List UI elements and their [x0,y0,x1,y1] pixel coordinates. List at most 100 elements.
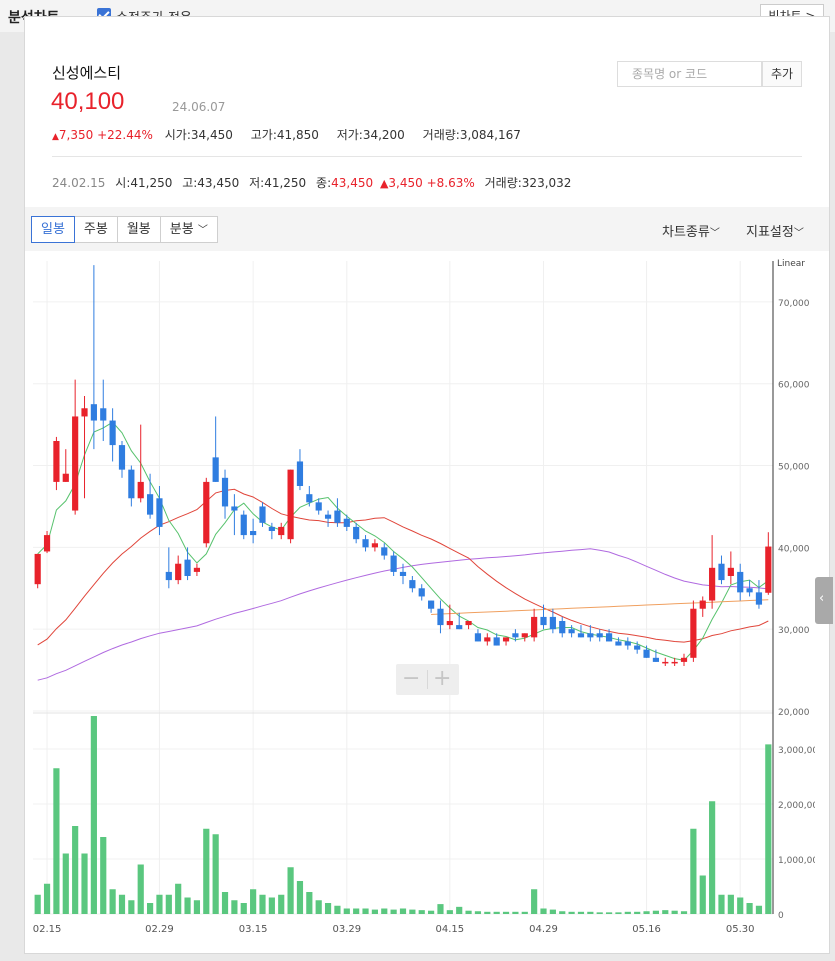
up-triangle-icon: ▲ [52,132,59,142]
chevron-down-icon: ﹀ [197,225,208,236]
volume-tick-label: 3,000,000 [778,746,815,756]
candle-body [512,633,519,638]
volume-bar [390,909,397,914]
volume-tick-label: 1,000,000 [778,856,815,866]
volume-bar [531,889,538,914]
price-tick-label: 70,000 [778,299,810,309]
candle-body [755,592,763,605]
volume-bar [559,911,566,914]
volume-bar [156,894,163,914]
chart-type-dropdown[interactable]: 차트종류﹀ [662,221,720,240]
volume-bar [484,911,491,914]
x-tick-label: 04.29 [529,924,558,935]
candle-body [353,526,360,540]
candle-body [409,580,416,589]
candle-body [456,625,463,630]
candle-body [240,514,247,536]
candle-body [549,616,556,630]
candle-body [128,469,135,499]
volume-bar [72,826,79,914]
volume-bar [268,897,275,914]
ma120-line [431,599,769,615]
volume-bar [465,910,472,914]
price-summary-row: ▲7,350 +22.44% 시가:34,450 고가:41,850 저가:34… [52,128,521,142]
volume-bar [43,883,51,914]
hover-date: 24.02.15 [52,176,106,190]
candle-body [746,588,753,593]
candle-body [531,616,538,638]
volume-bar [353,908,360,914]
x-tick-label: 05.16 [632,924,661,935]
hover-open: 41,250 [130,176,173,190]
price-change: 7,350 [58,128,94,142]
candle-body [53,441,60,482]
volume-bar [399,908,407,914]
candle-body [137,481,144,499]
side-collapse-handle[interactable]: ‹ [815,577,833,624]
volume-bar [165,894,172,914]
volume-bar [577,911,585,914]
add-button[interactable]: 추가 [762,61,802,87]
volume-bar [118,894,126,914]
candle-body [418,588,425,597]
candle-body [596,633,603,638]
candle-body [587,633,594,638]
ma5-line [37,421,769,661]
volume-bar [212,834,219,914]
open-label: 시가 [164,128,187,142]
candle-body [680,657,688,662]
candle-body [390,555,397,572]
candle-body [652,657,660,662]
volume-bar [671,910,678,914]
volume-bar [90,716,97,914]
chevron-left-icon: ‹ [819,591,825,606]
volume-bar [652,910,660,914]
divider [52,156,802,157]
candle-body [334,510,341,523]
volume-bar [250,889,257,914]
hover-close: 43,450 [331,176,374,190]
candle-body [203,481,210,544]
volume-bar [109,889,116,914]
stock-name: 신성에스티 [52,64,122,82]
x-tick-label: 02.15 [33,924,62,935]
volume-bar [643,911,650,914]
tab-daily[interactable]: 일봉 [31,216,75,243]
candle-body [381,547,388,556]
tab-minute[interactable]: 분봉 ﹀ [159,216,218,243]
zoom-out-button[interactable]: − [402,666,420,691]
volume-bar [381,908,388,914]
stock-chart[interactable]: 20,000 30,000 40,000 50,000 60,000 70,000 0 1,0… [25,251,815,936]
volume-bar [662,910,669,914]
volume-bar [568,911,575,914]
tab-weekly[interactable]: 주봉 [73,216,118,243]
volume-bar [474,911,482,914]
candle-body [118,445,126,470]
hover-open-label: 시 [115,176,127,190]
candle-body [324,514,332,519]
volume-bar [428,910,435,914]
volume-bar [184,897,191,914]
zoom-in-button[interactable]: + [433,666,451,691]
price-tick-label: 30,000 [778,626,810,636]
volume-bar [446,910,453,914]
zoom-controls: − + [396,664,459,695]
candle-body [709,567,716,601]
tab-monthly[interactable]: 월봉 [116,216,161,243]
volume-bar [680,911,688,914]
candle-body [559,621,566,634]
volume-bar [755,905,763,914]
volume-bar [634,911,641,914]
volume-bar [175,883,182,914]
indicator-settings-dropdown[interactable]: 지표설정﹀ [746,221,804,240]
candle-body [343,518,350,527]
volume-bar [231,900,238,914]
volume-bar [624,911,631,914]
hover-candle-info: 24.02.15 시:41,250 고:43,450 저:41,250 종:43… [52,176,572,190]
search-input[interactable]: 종목명 or 코드 [617,61,762,87]
indicator-label: 지표설정 [746,225,794,240]
volume-bar [512,911,519,914]
candle-body [175,563,182,581]
volume-bar [615,912,622,914]
volume-bar [34,894,41,914]
